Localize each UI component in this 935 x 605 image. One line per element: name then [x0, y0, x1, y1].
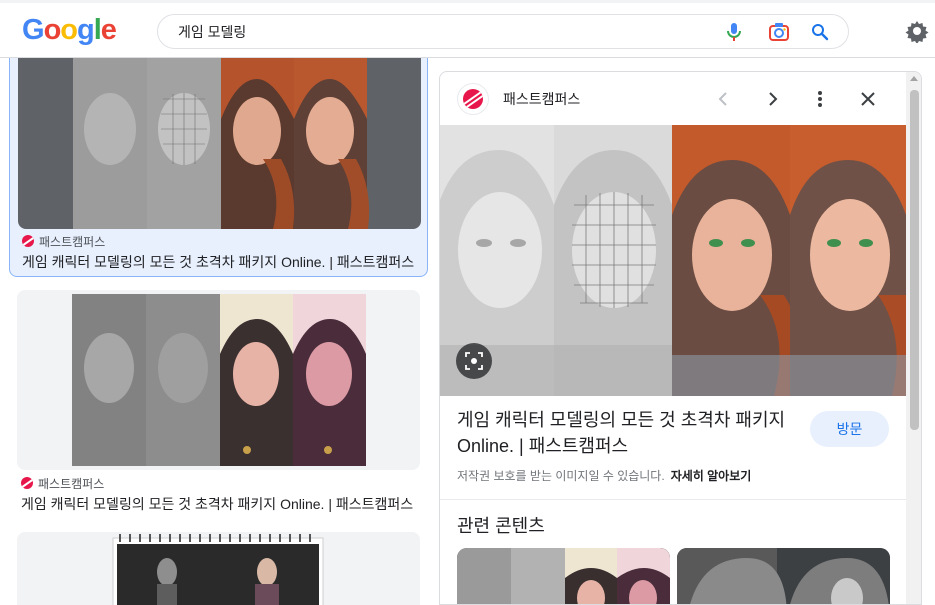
preview-image[interactable]: [440, 125, 906, 396]
image-preview-panel: 패스트캠퍼스 게임 캐릭터 모델링의 모든 것 초격차 패키지 Online. …: [439, 71, 922, 605]
visit-button[interactable]: 방문: [810, 411, 889, 447]
result-thumbnail[interactable]: [17, 532, 420, 605]
search-icon[interactable]: [809, 21, 831, 43]
logo-letter: e: [100, 14, 117, 46]
logo-letter: o: [60, 14, 78, 46]
result-source-name: 패스트캠퍼스: [39, 234, 106, 249]
chevron-right-icon[interactable]: [758, 85, 786, 113]
result-title[interactable]: 게임 캐릭터 모델링의 모든 것 초격차 패키지 Online. | 패스트캠퍼…: [22, 252, 420, 272]
gear-icon[interactable]: [905, 19, 929, 44]
related-image: [677, 548, 890, 604]
related-thumbnail[interactable]: [677, 548, 890, 604]
site-name[interactable]: 패스트캠퍼스: [503, 89, 580, 109]
copyright-note: 저작권 보호를 받는 이미지일 수 있습니다. 자세히 알아보기: [457, 467, 751, 484]
search-box: [157, 14, 849, 49]
lens-icon: [465, 352, 483, 370]
results-column: 패스트캠퍼스 게임 캐릭터 모델링의 모든 것 초격차 패키지 Online. …: [0, 58, 430, 605]
top-bar: Google: [0, 0, 935, 58]
site-favicon[interactable]: [457, 83, 489, 115]
logo-letter: o: [43, 14, 62, 46]
close-icon[interactable]: [854, 85, 882, 113]
character-sheet-image: [112, 534, 324, 605]
related-image: [457, 548, 670, 604]
result-source[interactable]: 패스트캠퍼스: [22, 233, 105, 249]
search-input[interactable]: [178, 22, 698, 42]
more-options-icon[interactable]: [806, 85, 834, 113]
panel-header: 패스트캠퍼스: [440, 72, 921, 126]
result-thumbnail[interactable]: [18, 58, 421, 229]
chevron-left-icon[interactable]: [710, 85, 738, 113]
result-card[interactable]: [9, 532, 428, 605]
logo-letter: G: [22, 14, 45, 46]
character-heads-large-image: [440, 125, 906, 396]
lens-search-button[interactable]: [456, 343, 492, 379]
logo-letter: g: [77, 14, 95, 46]
result-card[interactable]: 패스트캠퍼스 게임 캐릭터 모델링의 모든 것 초격차 패키지 Online. …: [9, 290, 428, 512]
favicon-mark: [463, 89, 483, 109]
character-heads-image: [72, 294, 366, 466]
result-card[interactable]: 패스트캠퍼스 게임 캐릭터 모델링의 모든 것 초격차 패키지 Online. …: [9, 58, 428, 277]
result-title[interactable]: 게임 캐릭터 모델링의 모든 것 초격차 패키지 Online. | 패스트캠퍼…: [21, 494, 419, 514]
character-heads-image: [73, 58, 370, 229]
panel-scrollbar[interactable]: [906, 72, 921, 604]
result-source[interactable]: 패스트캠퍼스: [21, 475, 104, 491]
result-source-name: 패스트캠퍼스: [38, 476, 105, 491]
logo-letter: l: [93, 14, 102, 46]
scroll-up-arrow[interactable]: [910, 76, 918, 81]
copyright-text: 저작권 보호를 받는 이미지일 수 있습니다.: [457, 469, 665, 483]
site-favicon: [22, 235, 34, 247]
google-logo[interactable]: Google: [22, 14, 117, 47]
learn-more-link[interactable]: 자세히 알아보기: [671, 469, 752, 483]
related-thumbnail[interactable]: [457, 548, 670, 604]
related-content-heading: 관련 콘텐츠: [457, 516, 545, 536]
site-favicon: [21, 477, 33, 489]
mic-icon[interactable]: [723, 21, 745, 43]
top-line: [0, 0, 935, 3]
camera-lens-icon[interactable]: [768, 21, 790, 43]
divider: [440, 499, 906, 500]
scroll-thumb[interactable]: [910, 90, 919, 430]
preview-title[interactable]: 게임 캐릭터 모델링의 모든 것 초격차 패키지 Online. | 패스트캠퍼…: [457, 407, 802, 459]
result-thumbnail[interactable]: [17, 290, 420, 470]
